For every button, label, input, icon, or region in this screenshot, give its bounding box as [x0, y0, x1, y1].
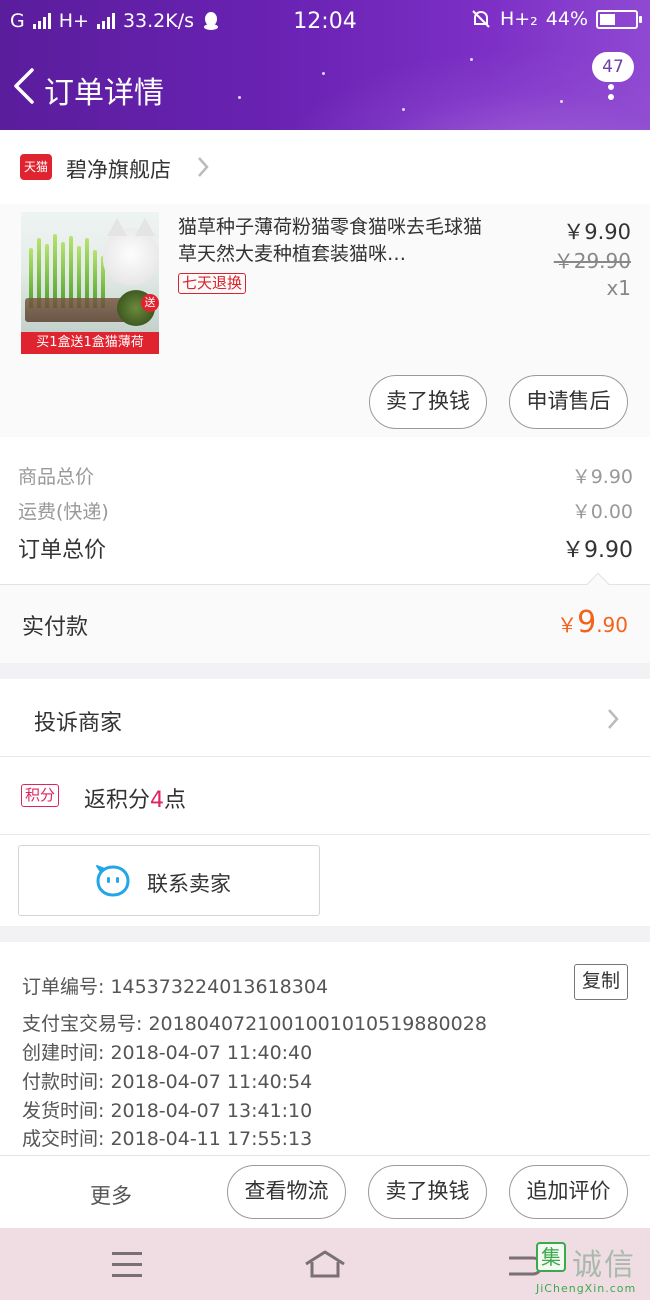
cat-image	[103, 218, 159, 286]
points-text: 返积分4点	[84, 782, 186, 814]
price-summary: 商品总价 ￥9.90 运费(快递) ￥0.00 订单总价 ￥9.90	[0, 437, 650, 584]
after-sale-button[interactable]: 申请售后	[509, 375, 628, 429]
product-image[interactable]: 送 买1盒送1盒猫薄荷	[21, 212, 159, 354]
store-name: 碧净旗舰店	[66, 158, 171, 182]
contact-seller-button[interactable]: 联系卖家	[18, 845, 320, 916]
status-right: H+₂ 44%	[470, 8, 642, 30]
network-type: H+₂	[499, 8, 538, 30]
product-title[interactable]: 猫草种子薄荷粉猫零食猫咪去毛球猫草天然大麦种植套装猫咪…	[178, 214, 488, 268]
points-row: 积分 返积分4点	[0, 757, 650, 835]
contact-seller-label: 联系卖家	[147, 872, 231, 896]
paid-currency: ￥	[557, 613, 578, 637]
grass-tray	[25, 298, 129, 322]
created-time: 创建时间: 2018-04-07 11:40:40	[22, 1042, 313, 1064]
watermark-brand: 诚信	[572, 1248, 636, 1283]
watermark-logo: 集	[536, 1242, 566, 1272]
back-icon[interactable]	[10, 66, 40, 106]
more-menu-icon[interactable]	[604, 74, 618, 104]
chevron-right-icon	[608, 709, 619, 729]
page-title: 订单详情	[44, 76, 164, 111]
tmall-icon: 天猫	[20, 154, 52, 180]
paid-time: 付款时间: 2018-04-07 11:40:54	[22, 1071, 313, 1093]
chevron-right-icon	[198, 157, 209, 177]
gift-tag: 送	[141, 294, 159, 312]
shipping-label: 运费(快递)	[18, 501, 109, 523]
paid-amount-row: 实付款 ￥9.90	[0, 572, 650, 663]
paid-label: 实付款	[22, 615, 89, 640]
sell-for-cash-button[interactable]: 卖了换钱	[369, 375, 487, 429]
shipping-value: ￥0.00	[571, 501, 633, 523]
battery-percent: 44%	[545, 8, 588, 30]
service-section: 投诉商家 积分 返积分4点 联系卖家	[0, 679, 650, 926]
bottom-action-bar: 更多 查看物流 卖了换钱 追加评价	[0, 1155, 650, 1228]
complain-label: 投诉商家	[34, 711, 123, 736]
product-price: ￥9.90	[563, 220, 631, 244]
sell-for-cash-button[interactable]: 卖了换钱	[368, 1165, 487, 1219]
copy-button[interactable]: 复制	[574, 964, 628, 1000]
wangwang-chat-icon	[96, 865, 130, 897]
paid-value: ￥9.90	[557, 605, 628, 640]
add-review-button[interactable]: 追加评价	[509, 1165, 628, 1219]
promo-banner: 买1盒送1盒猫薄荷	[21, 332, 159, 354]
points-prefix: 返积分	[84, 788, 151, 813]
battery-level	[600, 13, 615, 25]
order-number: 订单编号: 145373224013618304	[22, 976, 329, 998]
complain-merchant-row[interactable]: 投诉商家	[0, 679, 650, 757]
more-button[interactable]: 更多	[90, 1180, 132, 1210]
order-total-label: 订单总价	[18, 538, 107, 563]
points-count: 4	[150, 788, 165, 813]
points-badge: 积分	[21, 784, 60, 807]
paid-integer: 9	[577, 605, 597, 640]
shipped-time: 发货时间: 2018-04-07 13:41:10	[22, 1100, 313, 1122]
battery-icon	[596, 9, 642, 29]
points-suffix: 点	[164, 788, 187, 813]
order-info: 订单编号: 145373224013618304 复制 支付宝交易号: 2018…	[0, 942, 650, 1155]
watermark: 集 诚信 JiChengXin.com	[536, 1242, 648, 1298]
recent-apps-icon[interactable]	[112, 1252, 142, 1277]
watermark-url: JiChengXin.com	[536, 1282, 637, 1295]
status-bar: G H+ 33.2K/s 12:04 H+₂ 44%	[0, 0, 650, 44]
paid-decimal: .90	[596, 613, 628, 637]
order-total-value: ￥9.90	[562, 538, 633, 563]
goods-total-value: ￥9.90	[571, 466, 633, 488]
original-price: ￥29.90	[553, 249, 631, 273]
goods-total-label: 商品总价	[18, 466, 95, 488]
completed-time: 成交时间: 2018-04-11 17:55:13	[22, 1128, 313, 1150]
nav-header: 订单详情 47	[0, 44, 650, 130]
view-logistics-button[interactable]: 查看物流	[227, 1165, 346, 1219]
mute-bell-icon	[472, 10, 490, 28]
product-quantity: x1	[606, 276, 631, 300]
product-card[interactable]: 送 买1盒送1盒猫薄荷 猫草种子薄荷粉猫零食猫咪去毛球猫草天然大麦种植套装猫咪……	[0, 204, 650, 437]
system-nav-bar: 集 诚信 JiChengXin.com	[0, 1228, 650, 1300]
seven-day-return-badge: 七天退换	[178, 273, 247, 294]
top-header-area: G H+ 33.2K/s 12:04 H+₂ 44% 订单详情 47	[0, 0, 650, 130]
store-row[interactable]: 天猫 碧净旗舰店	[0, 130, 650, 204]
alipay-number: 支付宝交易号: 2018040721001001010519880028	[22, 1013, 487, 1035]
home-icon[interactable]	[303, 1248, 347, 1280]
